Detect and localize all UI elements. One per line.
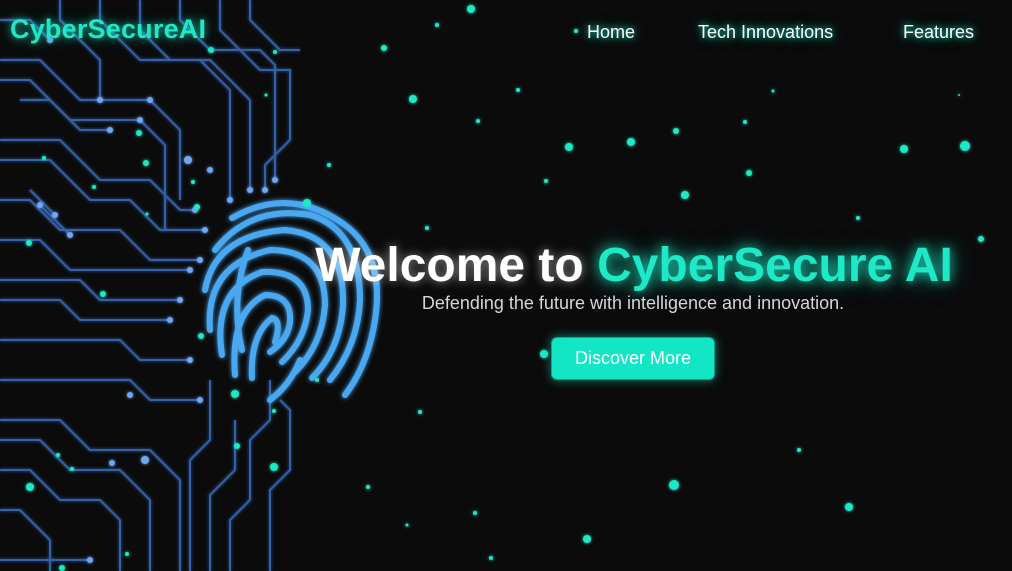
circuit-traces (0, 0, 300, 571)
nav-link-tech-innovations[interactable]: Tech Innovations (698, 22, 833, 43)
nav-link-features[interactable]: Features (903, 22, 974, 43)
particle-dots (26, 5, 984, 571)
navbar: CyberSecureAI Home Tech Innovations Feat… (0, 0, 1012, 64)
fingerprint-icon (202, 200, 380, 403)
nav-link-home[interactable]: Home (587, 22, 635, 43)
discover-more-button[interactable]: Discover More (551, 337, 715, 380)
circuit-fingerprint-background (0, 0, 984, 571)
site-logo[interactable]: CyberSecureAI (10, 14, 206, 45)
